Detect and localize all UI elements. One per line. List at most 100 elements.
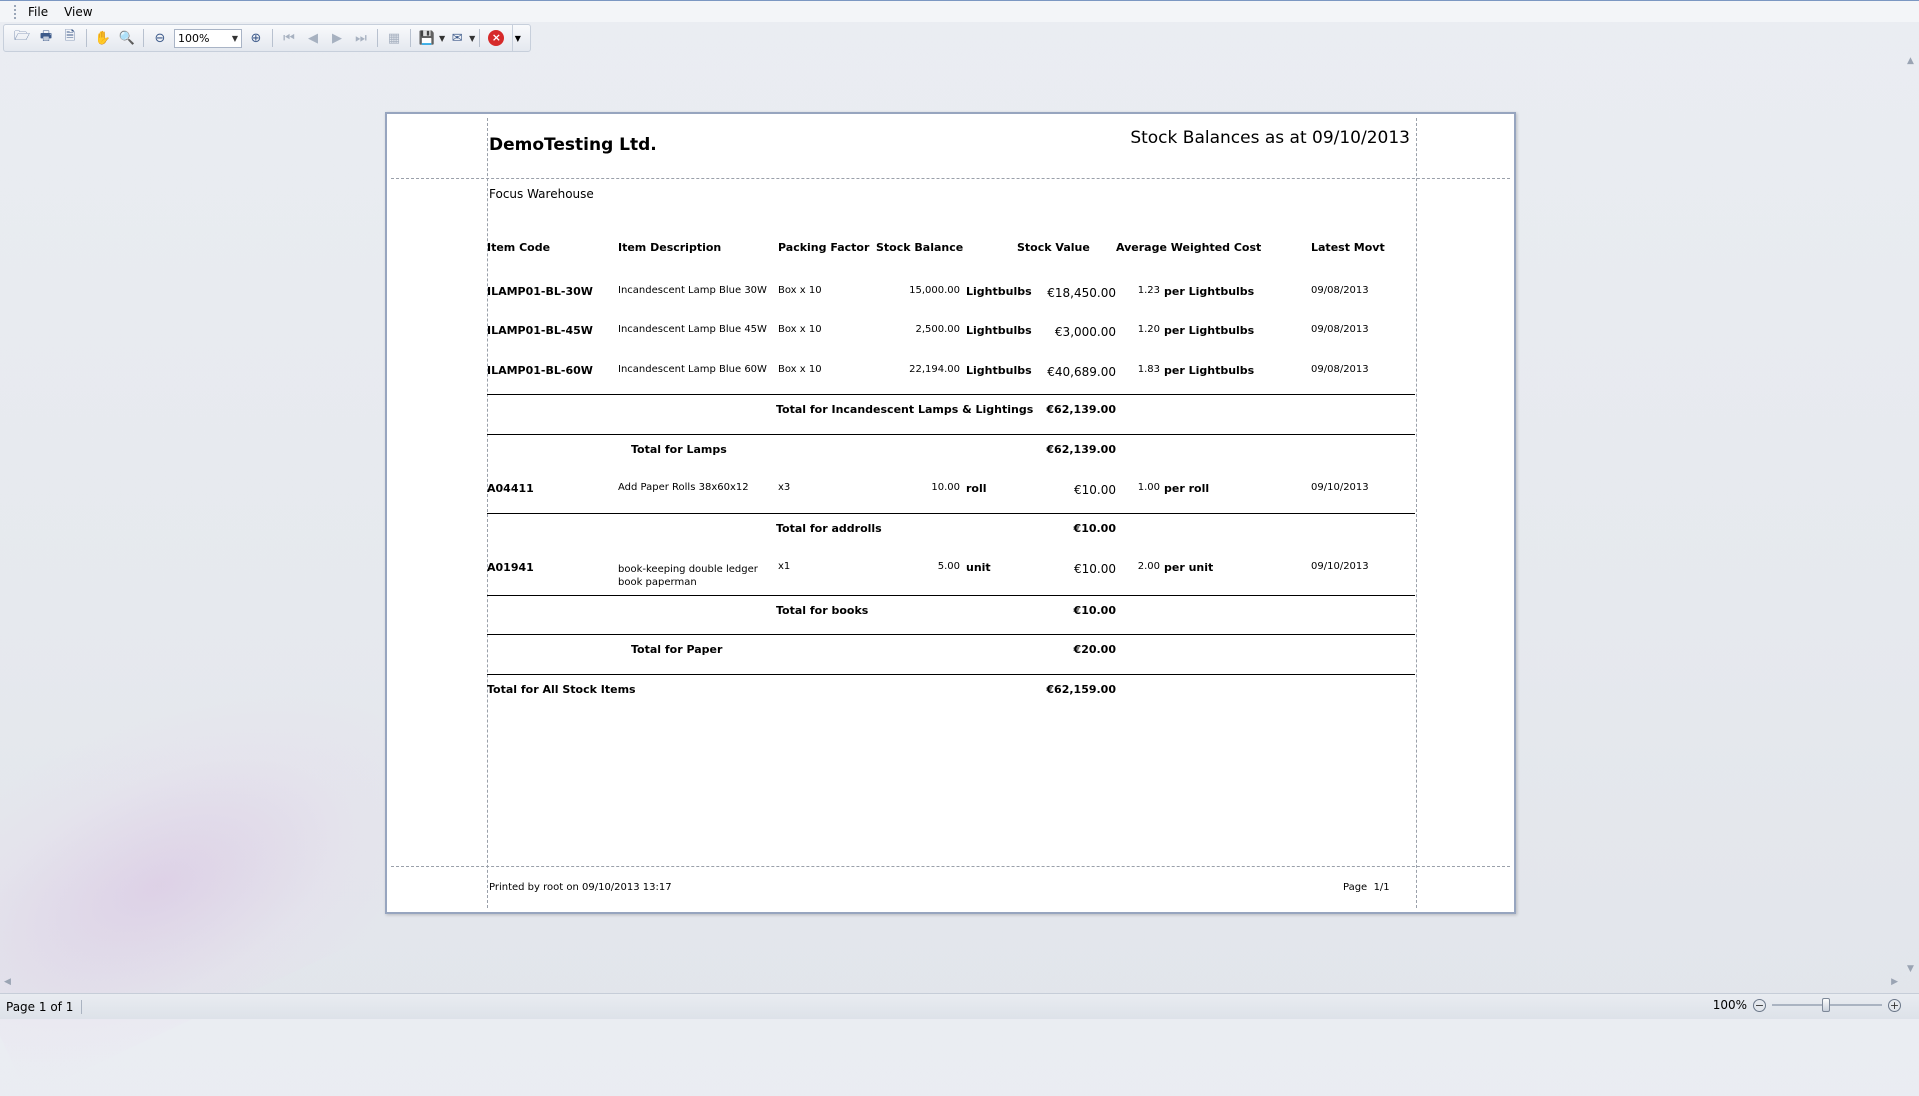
row-packing-factor: Box x 10 <box>778 285 822 296</box>
row-avg-cost: 2.00 <box>1137 561 1160 572</box>
zoom-in-icon[interactable]: ⊕ <box>245 27 267 49</box>
zoom-value: 100% <box>178 31 210 45</box>
total-label-books: Total for books <box>776 604 869 617</box>
row-cost-per: per Lightbulbs <box>1164 364 1255 377</box>
row-latest-movt: 09/08/2013 <box>1311 324 1369 335</box>
total-label-paper: Total for Paper <box>631 643 723 656</box>
row-stock-balance: 22,194.00 <box>909 364 960 375</box>
total-value-paper: €20.00 <box>1073 643 1116 656</box>
row-cost-per: per unit <box>1164 561 1214 574</box>
scroll-left-icon[interactable]: ◀ <box>4 977 11 987</box>
row-item-description: Incandescent Lamp Blue 60W <box>618 364 767 375</box>
margin-guide-top <box>391 178 1510 179</box>
export-dropdown-icon[interactable]: ▼ <box>439 34 445 43</box>
total-value-lamps: €62,139.00 <box>1046 443 1116 456</box>
row-avg-cost: 1.00 <box>1137 482 1160 493</box>
warehouse-name: Focus Warehouse <box>489 187 594 201</box>
chevron-down-icon: ▼ <box>231 33 238 43</box>
magnifier-icon[interactable]: 🔍 <box>116 27 138 49</box>
col-header-item-description: Item Description <box>618 241 722 254</box>
printed-by: Printed by root on 09/10/2013 13:17 <box>489 882 672 893</box>
row-packing-factor: x1 <box>778 561 791 572</box>
zoom-in-icon[interactable]: + <box>1888 998 1901 1012</box>
row-stock-value: €10.00 <box>1074 483 1116 497</box>
total-divider <box>487 513 1415 514</box>
row-item-code: ILAMP01-BL-30W <box>487 285 593 298</box>
total-label-all: Total for All Stock Items <box>487 683 636 696</box>
close-preview-icon: × <box>488 30 505 46</box>
row-cost-per: per Lightbulbs <box>1164 324 1255 337</box>
row-item-description: book-keeping double ledger book paperman <box>618 564 758 588</box>
page-setup-icon[interactable]: 🗎 <box>59 27 81 49</box>
first-page-icon[interactable]: ⏮ <box>278 27 300 49</box>
row-latest-movt: 09/10/2013 <box>1311 482 1369 493</box>
menu-file[interactable]: File <box>22 3 54 21</box>
total-divider <box>487 394 1415 395</box>
last-page-icon[interactable]: ⏭ <box>350 27 372 49</box>
row-packing-factor: Box x 10 <box>778 364 822 375</box>
zoom-slider[interactable] <box>1772 998 1882 1012</box>
col-header-stock-value: Stock Value <box>1017 241 1090 254</box>
row-item-code: ILAMP01-BL-60W <box>487 364 593 377</box>
row-item-description: Add Paper Rolls 38x60x12 <box>618 482 749 493</box>
row-item-description: Incandescent Lamp Blue 30W <box>618 285 767 296</box>
toolbar-options-icon[interactable]: ▼ <box>512 24 522 52</box>
toolbar-separator <box>143 29 144 47</box>
row-avg-cost: 1.20 <box>1137 324 1160 335</box>
row-stock-balance: 2,500.00 <box>915 324 960 335</box>
total-label-lamps: Total for Lamps <box>631 443 727 456</box>
close-preview-button[interactable]: × <box>485 27 507 49</box>
scroll-up-icon[interactable]: ▲ <box>1907 56 1914 66</box>
row-stock-value: €18,450.00 <box>1047 286 1116 300</box>
prev-page-icon[interactable]: ◀ <box>302 27 324 49</box>
zoom-control: 100% − + <box>1713 998 1907 1012</box>
total-label-incandescent: Total for Incandescent Lamps & Lightings <box>776 403 1034 416</box>
hand-icon[interactable]: ✋ <box>92 27 114 49</box>
email-icon[interactable]: ✉ <box>446 27 468 49</box>
row-item-code: ILAMP01-BL-45W <box>487 324 593 337</box>
menu-view[interactable]: View <box>58 3 98 21</box>
row-cost-per: per Lightbulbs <box>1164 285 1255 298</box>
export-icon[interactable]: 💾 <box>416 27 438 49</box>
row-stock-balance: 10.00 <box>931 482 960 493</box>
vertical-scrollbar[interactable]: ▲ ▼ <box>1902 56 1919 974</box>
print-icon[interactable]: 🖶 <box>35 27 57 49</box>
toolbar-separator <box>410 29 411 47</box>
multi-page-icon[interactable]: ▦ <box>383 27 405 49</box>
row-stock-balance: 15,000.00 <box>909 285 960 296</box>
row-stock-balance: 5.00 <box>937 561 960 572</box>
row-packing-factor: Box x 10 <box>778 324 822 335</box>
scroll-down-icon[interactable]: ▼ <box>1907 964 1914 974</box>
row-item-description: Incandescent Lamp Blue 45W <box>618 324 767 335</box>
row-latest-movt: 09/10/2013 <box>1311 561 1369 572</box>
row-item-code: A01941 <box>487 561 534 574</box>
report-page: DemoTesting Ltd. Stock Balances as at 09… <box>385 112 1516 914</box>
total-divider <box>487 595 1415 596</box>
page-status: Page 1 of 1 <box>0 999 83 1014</box>
total-value-books: €10.00 <box>1073 604 1116 617</box>
scroll-right-icon[interactable]: ▶ <box>1891 977 1898 987</box>
total-divider <box>487 434 1415 435</box>
row-packing-factor: x3 <box>778 482 791 493</box>
row-latest-movt: 09/08/2013 <box>1311 285 1369 296</box>
col-header-stock-balance: Stock Balance <box>876 241 964 254</box>
col-header-item-code: Item Code <box>487 241 551 254</box>
row-unit: unit <box>966 561 991 574</box>
col-header-avg-weighted-cost: Average Weighted Cost <box>1116 241 1262 254</box>
horizontal-scrollbar[interactable]: ◀ ▶ <box>0 974 1902 990</box>
report-title: Stock Balances as at 09/10/2013 <box>1130 128 1410 148</box>
next-page-icon[interactable]: ▶ <box>326 27 348 49</box>
total-divider <box>487 634 1415 635</box>
open-icon[interactable]: 🗁 <box>11 27 33 49</box>
zoom-out-icon[interactable]: ⊖ <box>149 27 171 49</box>
email-dropdown-icon[interactable]: ▼ <box>469 34 475 43</box>
zoom-slider-thumb[interactable] <box>1822 998 1830 1012</box>
row-item-code: A04411 <box>487 482 534 495</box>
total-value-incandescent: €62,139.00 <box>1046 403 1116 416</box>
zoom-out-icon[interactable]: − <box>1753 998 1766 1012</box>
menu-bar: File View <box>0 0 1919 22</box>
row-stock-value: €40,689.00 <box>1047 365 1116 379</box>
toolbar-separator <box>479 29 481 47</box>
menu-grip <box>14 4 18 19</box>
zoom-dropdown[interactable]: 100% ▼ <box>174 28 242 48</box>
